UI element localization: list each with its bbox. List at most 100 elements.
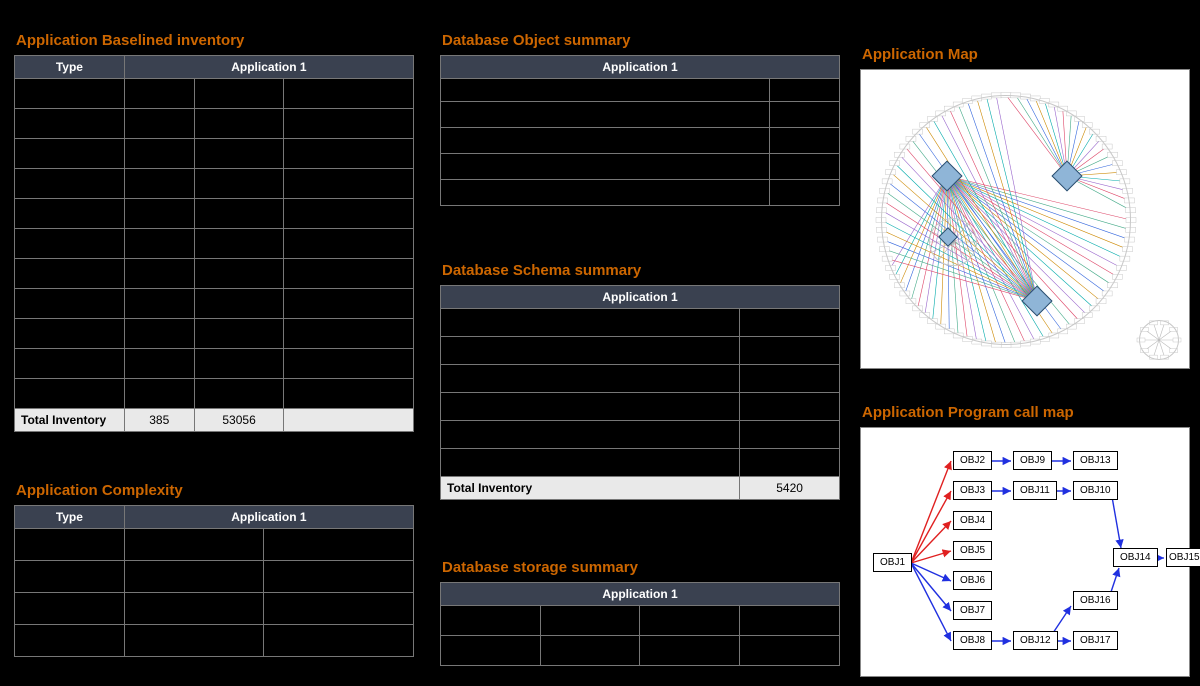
table-cell [284,379,414,409]
table-cell [194,199,284,229]
table-cell [284,169,414,199]
table-cell [124,319,194,349]
baselined-table: Type Application 1 Total Inventory 385 5… [14,55,414,432]
table-cell [15,169,125,199]
table-cell [284,109,414,139]
table-cell [284,139,414,169]
callmap-node-3: OBJ3 [953,481,992,500]
schema-table: Application 1 Total Inventory 5420 [440,285,840,500]
table-cell [284,259,414,289]
baselined-th-app: Application 1 [124,56,413,79]
callmap-node-5: OBJ5 [953,541,992,560]
table-cell [124,229,194,259]
table-cell [284,229,414,259]
table-cell [194,79,284,109]
table-cell [284,319,414,349]
schema-total-label: Total Inventory [441,477,740,500]
table-cell [441,337,740,365]
callmap-node-17: OBJ17 [1073,631,1118,650]
table-cell [264,529,414,561]
table-cell [15,79,125,109]
table-cell [124,529,264,561]
table-cell [640,636,740,666]
table-cell [441,102,770,128]
table-cell [15,379,125,409]
schema-total-value: 5420 [740,477,840,500]
table-cell [15,289,125,319]
table-cell [124,259,194,289]
table-cell [15,199,125,229]
table-cell [540,606,640,636]
baselined-title: Application Baselined inventory [14,28,414,55]
table-cell [740,636,840,666]
table-cell [124,139,194,169]
table-cell [124,289,194,319]
table-cell [194,289,284,319]
callmap-node-1: OBJ1 [873,553,912,572]
complexity-title: Application Complexity [14,478,414,505]
baselined-th-type: Type [15,56,125,79]
table-cell [740,365,840,393]
table-cell [194,259,284,289]
table-cell [441,128,770,154]
callmap-node-4: OBJ4 [953,511,992,530]
table-cell [441,309,740,337]
baselined-total-col3: 53056 [194,409,284,432]
table-cell [15,529,125,561]
table-cell [124,379,194,409]
table-cell [441,421,740,449]
storage-title: Database storage summary [440,555,840,582]
schema-title: Database Schema summary [440,258,840,285]
table-cell [194,139,284,169]
table-cell [640,606,740,636]
table-cell [770,180,840,206]
table-cell [124,199,194,229]
callmap-node-16: OBJ16 [1073,591,1118,610]
table-cell [194,319,284,349]
callmap-box: OBJ1 OBJ2 OBJ3 OBJ4 OBJ5 OBJ6 OBJ7 OBJ8 … [860,427,1190,677]
table-cell [740,606,840,636]
callmap-node-11: OBJ11 [1013,481,1057,500]
complexity-th-type: Type [15,506,125,529]
table-cell [15,349,125,379]
dbobj-title: Database Object summary [440,28,840,55]
table-cell [770,128,840,154]
table-cell [770,154,840,180]
table-cell [124,561,264,593]
table-cell [740,337,840,365]
callmap-node-2: OBJ2 [953,451,992,470]
table-cell [740,309,840,337]
dbobj-th-app: Application 1 [441,56,840,79]
table-cell [124,593,264,625]
dbobj-th-hash: # [770,79,840,102]
table-cell [284,79,414,109]
table-cell [441,393,740,421]
table-cell [124,349,194,379]
table-cell [15,259,125,289]
storage-th-app: Application 1 [441,583,840,606]
callmap-node-14: OBJ14 [1113,548,1158,567]
callmap-node-10: OBJ10 [1073,481,1118,500]
complexity-th-app: Application 1 [124,506,413,529]
callmap-node-12: OBJ12 [1013,631,1058,650]
table-cell [194,229,284,259]
table-cell [124,79,194,109]
appmap-box [860,69,1190,369]
table-cell [15,593,125,625]
table-cell [194,379,284,409]
table-cell [124,625,264,657]
callmap-node-8: OBJ8 [953,631,992,650]
table-cell [15,319,125,349]
table-cell [264,625,414,657]
table-cell [15,561,125,593]
baselined-total-col2: 385 [124,409,194,432]
table-cell [15,625,125,657]
table-cell [441,154,770,180]
baselined-total-col4 [284,409,414,432]
appmap-title: Application Map [860,42,1190,69]
table-cell [770,102,840,128]
callmap-node-6: OBJ6 [953,571,992,590]
table-cell [15,109,125,139]
table-cell [441,636,541,666]
callmap-node-7: OBJ7 [953,601,992,620]
